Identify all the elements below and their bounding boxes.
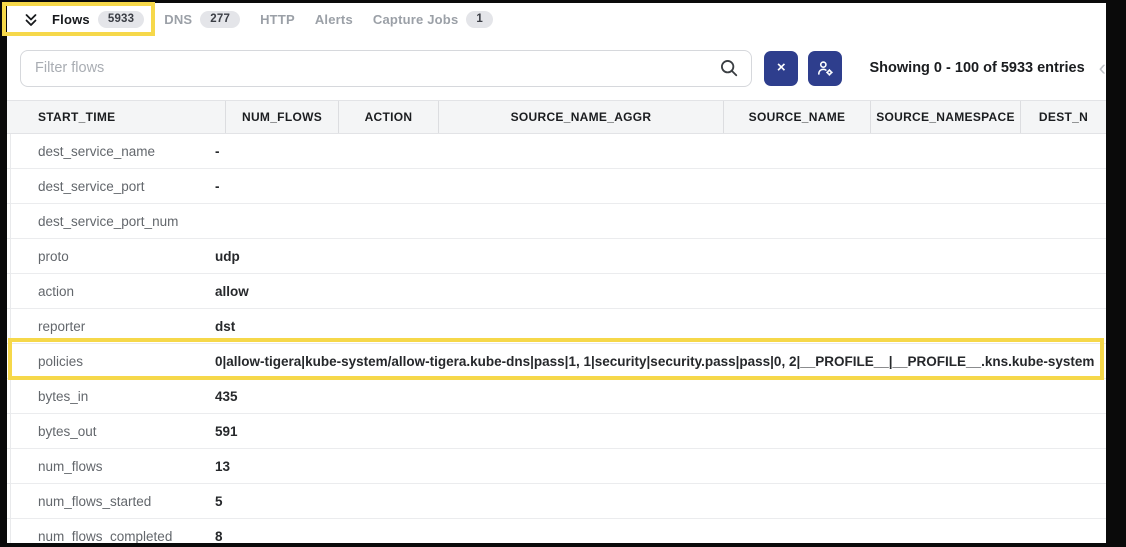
detail-value: 8 [215, 529, 1106, 544]
tab-count-badge: 277 [200, 11, 240, 29]
column-header[interactable]: SOURCE_NAME_AGGR [438, 101, 723, 133]
flow-detail-panel: dest_service_name - dest_service_port - … [7, 134, 1106, 543]
detail-key: dest_service_name [7, 144, 215, 159]
detail-value: - [215, 179, 1106, 194]
column-header[interactable]: SOURCE_NAME [723, 101, 870, 133]
tab-label: Flows [52, 12, 90, 27]
entries-summary: Showing 0 - 100 of 5933 entries [870, 60, 1085, 76]
tab[interactable]: DNS 277 [154, 3, 250, 36]
detail-value: allow [215, 284, 1106, 299]
detail-value: 591 [215, 424, 1106, 439]
detail-key: dest_service_port [7, 179, 215, 194]
filter-input[interactable] [20, 50, 752, 87]
detail-row: num_flows 13 [7, 449, 1106, 484]
column-header[interactable]: NUM_FLOWS [225, 101, 338, 133]
tab[interactable]: Alerts [305, 3, 363, 36]
detail-value: 435 [215, 389, 1106, 404]
detail-row: num_flows_completed 8 [7, 519, 1106, 543]
tab[interactable]: Flows 5933 [42, 3, 154, 36]
chevron-left-icon[interactable]: ‹ [1099, 57, 1106, 79]
table-header: START_TIME NUM_FLOWS ACTION SOURCE_NAME_… [7, 100, 1106, 134]
detail-row: bytes_in 435 [7, 379, 1106, 414]
detail-value: 0|allow-tigera|kube-system/allow-tigera.… [215, 354, 1106, 369]
detail-key: dest_service_port_num [7, 214, 215, 229]
tab-bar: Flows 5933 DNS 277 HTTP Alerts [7, 3, 1106, 36]
filter-input-wrap [20, 50, 752, 87]
filter-bar: × Showing 0 - 100 of 5933 entries ‹ [7, 36, 1106, 100]
column-header[interactable]: ACTION [338, 101, 438, 133]
user-settings-button[interactable] [808, 51, 842, 86]
detail-key: reporter [7, 319, 215, 334]
tab-label: Alerts [315, 12, 353, 27]
detail-row: action allow [7, 274, 1106, 309]
detail-row: policies 0|allow-tigera|kube-system/allo… [7, 344, 1106, 379]
detail-value: - [215, 144, 1106, 159]
detail-row: dest_service_name - [7, 134, 1106, 169]
tab-label: DNS [164, 12, 192, 27]
chevron-double-down-icon[interactable] [20, 3, 42, 36]
detail-row: bytes_out 591 [7, 414, 1106, 449]
detail-value: 13 [215, 459, 1106, 474]
app-window: Flows 5933 DNS 277 HTTP Alerts [7, 3, 1106, 543]
tab-count-badge: 1 [466, 11, 493, 29]
tab-count-badge: 5933 [98, 11, 144, 29]
detail-value: udp [215, 249, 1106, 264]
user-gear-icon [815, 58, 835, 78]
detail-key: num_flows_started [7, 494, 215, 509]
detail-key: num_flows_completed [7, 529, 215, 544]
tab-label: Capture Jobs [373, 12, 458, 27]
detail-key: policies [7, 354, 215, 369]
detail-value: 5 [215, 494, 1106, 509]
detail-key: num_flows [7, 459, 215, 474]
detail-row: proto udp [7, 239, 1106, 274]
column-header[interactable]: START_TIME [7, 101, 225, 133]
tab[interactable]: Capture Jobs 1 [363, 3, 503, 36]
detail-key: action [7, 284, 215, 299]
detail-key: bytes_out [7, 424, 215, 439]
detail-row: num_flows_started 5 [7, 484, 1106, 519]
clear-filter-button[interactable]: × [764, 51, 798, 86]
column-header[interactable]: DEST_N [1020, 101, 1106, 133]
search-icon[interactable] [718, 57, 740, 79]
detail-row: reporter dst [7, 309, 1106, 344]
column-header[interactable]: SOURCE_NAMESPACE [870, 101, 1020, 133]
detail-key: proto [7, 249, 215, 264]
detail-row: dest_service_port - [7, 169, 1106, 204]
tab[interactable]: HTTP [250, 3, 305, 36]
detail-key: bytes_in [7, 389, 215, 404]
detail-row: dest_service_port_num [7, 204, 1106, 239]
tabs: Flows 5933 DNS 277 HTTP Alerts [42, 3, 503, 36]
detail-value: dst [215, 319, 1106, 334]
tab-label: HTTP [260, 12, 295, 27]
